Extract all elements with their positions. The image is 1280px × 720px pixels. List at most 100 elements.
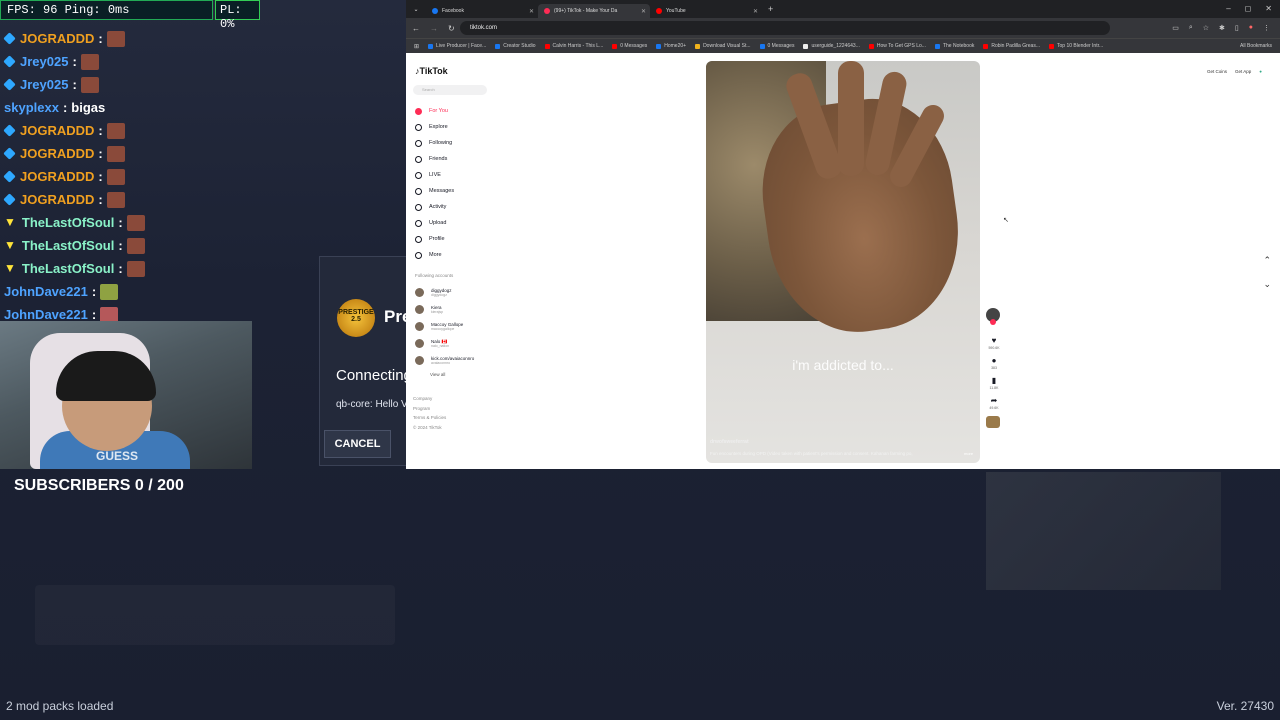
nav-item-live[interactable]: LIVE xyxy=(415,167,454,183)
reload-icon[interactable]: ↻ xyxy=(448,24,455,33)
following-account[interactable]: Kiera kierajsp xyxy=(415,301,474,318)
nav-item-explore[interactable]: Explore xyxy=(415,119,454,135)
sidebar-icon[interactable]: ▯ xyxy=(1235,24,1239,32)
prime-badge-icon: ▼ xyxy=(4,238,16,252)
footer-link[interactable]: Company xyxy=(413,394,446,404)
new-tab-icon[interactable]: + xyxy=(768,4,773,14)
nav-item-messages[interactable]: Messages xyxy=(415,183,454,199)
emote-icon xyxy=(106,191,125,208)
nav-item-friends[interactable]: Friends xyxy=(415,151,454,167)
account-info: diggydogz diggydogz xyxy=(431,288,452,297)
nav-item-profile[interactable]: Profile xyxy=(415,231,454,247)
bookmark-favicon-icon xyxy=(495,43,501,49)
chat-username: JOGRADDD xyxy=(20,31,95,46)
nav-item-following[interactable]: Following xyxy=(415,135,454,151)
bookmark-label: 0 Messages xyxy=(620,43,648,49)
mod-status: 2 mod packs loaded xyxy=(6,699,114,713)
tab-search-icon[interactable]: ⌄ xyxy=(406,6,426,13)
menu-icon[interactable]: ⋮ xyxy=(1263,24,1270,32)
following-account[interactable]: kick.com/avaiaconnro avaiaconnro xyxy=(415,352,474,369)
bookmark-item[interactable]: Creator Studio xyxy=(495,43,536,49)
music-disc-icon[interactable] xyxy=(986,416,1000,428)
following-account[interactable]: diggydogz diggydogz xyxy=(415,284,474,301)
comment-button[interactable]: ● 383 xyxy=(986,356,1002,370)
home-icon xyxy=(415,107,422,115)
zoom-icon[interactable]: ⌕ xyxy=(1189,24,1193,32)
bookmark-item[interactable]: Live Producer | Face... xyxy=(428,43,486,49)
chat-separator: : xyxy=(98,169,103,184)
more-link[interactable]: more xyxy=(964,451,973,456)
chat-username: JOGRADDD xyxy=(20,123,95,138)
bookmarks-bar: ⊞ Live Producer | Face... Creator Studio C… xyxy=(406,38,1280,53)
messages-icon xyxy=(415,187,422,195)
bookmark-item[interactable]: Top 10 Blender Intr... xyxy=(1049,43,1103,49)
nav-item-for-you[interactable]: For You xyxy=(415,103,454,119)
browser-tab[interactable]: Facebook ✕ xyxy=(426,4,538,18)
sub-badge-icon xyxy=(3,124,16,137)
bookmark-item[interactable]: 0 Messages xyxy=(612,43,647,49)
tiktok-logo[interactable]: ♪TikTok xyxy=(415,66,448,76)
bookmark-label: The Notebook xyxy=(942,43,975,49)
get-app-button[interactable]: Get App xyxy=(1235,69,1251,74)
bookmark-favicon-icon xyxy=(544,43,550,49)
bookmark-favicon-icon xyxy=(695,43,701,49)
account-info: Nalo 🇨🇦 nalo_nation xyxy=(431,339,449,348)
shirt-logo: GUESS xyxy=(96,449,139,463)
maximize-icon[interactable]: ◻ xyxy=(1245,4,1252,13)
footer-link[interactable]: Terms & Policies xyxy=(413,413,446,423)
view-all-link[interactable]: View all xyxy=(430,372,445,377)
chat-text: bigas xyxy=(71,100,106,115)
bookmark-item[interactable]: Robin Padilla Greas... xyxy=(983,43,1040,49)
extensions-icon[interactable]: ✱ xyxy=(1219,24,1225,32)
browser-tab[interactable]: (99+) TikTok - Make Your Da ✕ xyxy=(538,4,650,18)
get-coins-button[interactable]: Get Coins xyxy=(1207,69,1227,74)
tab-close-icon[interactable]: ✕ xyxy=(753,8,758,15)
back-icon[interactable]: ← xyxy=(412,24,420,33)
bookmark-item[interactable]: Calvin Harris - This L... xyxy=(544,43,603,49)
star-icon[interactable]: ☆ xyxy=(1203,24,1209,32)
profile-icon[interactable]: ● xyxy=(1249,24,1253,32)
bookmark-item[interactable]: Home20+ xyxy=(656,43,686,49)
tab-close-icon[interactable]: ✕ xyxy=(641,8,646,15)
previous-video-icon[interactable]: ⌃ xyxy=(1263,248,1271,272)
nav-item-activity[interactable]: Activity xyxy=(415,199,454,215)
bookmark-item[interactable]: userguide_1224643... xyxy=(803,43,860,49)
following-account[interactable]: Nalo 🇨🇦 nalo_nation xyxy=(415,335,474,352)
browser-tab[interactable]: YouTube ✕ xyxy=(650,4,762,18)
apps-icon[interactable]: ⊞ xyxy=(414,43,419,50)
ghost-server-card xyxy=(35,585,395,645)
nav-item-more[interactable]: More xyxy=(415,247,454,263)
creator-avatar[interactable] xyxy=(986,308,1000,325)
user-avatar[interactable]: ● xyxy=(1259,69,1262,74)
tiktok-search-input[interactable]: Search xyxy=(413,85,487,95)
sub-badge-icon xyxy=(3,170,16,183)
close-window-icon[interactable]: ✕ xyxy=(1265,4,1272,13)
heart-button[interactable]: ♥ 590.6K xyxy=(986,336,1002,350)
nav-item-upload[interactable]: Upload xyxy=(415,215,454,231)
all-bookmarks[interactable]: All Bookmarks xyxy=(1240,43,1272,49)
share-button[interactable]: ➦ 49.6K xyxy=(986,396,1002,410)
url-input[interactable]: tiktok.com xyxy=(460,21,1110,35)
account-handle: avaiaconnro xyxy=(431,361,451,365)
footer-link[interactable]: Program xyxy=(413,404,446,414)
nav-item-label: Activity xyxy=(429,204,447,210)
install-app-icon[interactable]: ▭ xyxy=(1172,24,1179,32)
bookmark-button[interactable]: ▮ 11.8K xyxy=(986,376,1002,390)
video-author[interactable]: drwofsweeferrat xyxy=(710,439,749,445)
bookmark-item[interactable]: How To Get GPS Lo... xyxy=(868,43,926,49)
minimize-icon[interactable]: – xyxy=(1226,4,1230,13)
bookmark-item[interactable]: The Notebook xyxy=(934,43,975,49)
cancel-button[interactable]: CANCEL xyxy=(324,430,391,458)
forward-icon[interactable]: → xyxy=(430,24,438,33)
tab-close-icon[interactable]: ✕ xyxy=(529,8,534,15)
emote-icon xyxy=(80,53,99,70)
next-video-icon[interactable]: ⌄ xyxy=(1263,272,1271,296)
following-account[interactable]: Maccoy Gallope maccoygallope xyxy=(415,318,474,335)
account-avatar xyxy=(415,356,424,365)
bookmark-item[interactable]: 0 Messages xyxy=(759,43,794,49)
browser-window: ⌄ Facebook ✕ (99+) TikTok - Make Your Da ✕ Y… xyxy=(406,0,1280,469)
video-player[interactable]: i'm addicted to... drwofsweeferrat Fun e… xyxy=(706,61,980,463)
bookmark-favicon-icon xyxy=(612,43,618,49)
chat-message: ▼ TheLastOfSoul: xyxy=(4,234,304,257)
bookmark-item[interactable]: Download Visual St... xyxy=(695,43,751,49)
